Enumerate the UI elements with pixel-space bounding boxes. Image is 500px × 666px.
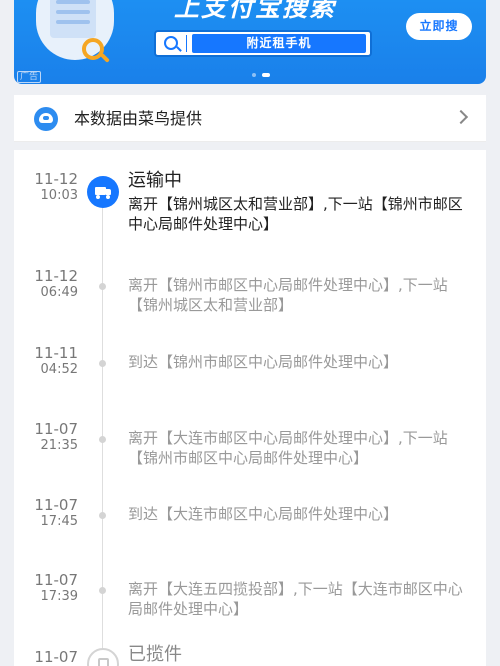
event-time: 06:49 [40, 285, 78, 300]
event-date: 11-07 [34, 420, 78, 438]
timeline-node [99, 587, 106, 594]
timeline-node [99, 360, 106, 367]
timeline-node [99, 283, 106, 290]
carousel-indicator [252, 73, 276, 78]
event-date: 11-07 [34, 648, 78, 666]
tracking-timeline: 11-12 10:03 运输中 离开【锦州城区太和营业部】,下一站【锦州市邮区中… [14, 150, 486, 666]
data-provider-row[interactable]: 本数据由菜鸟提供 [14, 95, 486, 142]
truck-icon [87, 176, 119, 208]
event-time: 17:39 [40, 589, 78, 604]
cainiao-logo-icon [34, 107, 58, 131]
event-time: 17:45 [40, 514, 78, 529]
carousel-dot [252, 73, 256, 77]
event-date: 11-12 [34, 267, 78, 285]
banner-search-text: 附近租手机 [192, 34, 366, 53]
timeline-node [99, 436, 106, 443]
event-date: 11-12 [34, 170, 78, 188]
promo-banner[interactable]: 上支付宝搜索 附近租手机 立即搜 广告 [14, 0, 486, 84]
package-icon [87, 648, 119, 666]
search-icon [164, 36, 178, 50]
event-description: 离开【大连市邮区中心局邮件处理中心】,下一站【锦州市邮区中心局邮件处理中心】 [128, 429, 448, 467]
event-description: 离开【大连五四揽投部】,下一站【大连市邮区中心局邮件处理中心】 [128, 580, 463, 618]
event-description: 离开【锦州市邮区中心局邮件处理中心】,下一站【锦州城区太和营业部】 [128, 276, 448, 314]
provider-label: 本数据由菜鸟提供 [74, 109, 203, 128]
timeline-line [102, 190, 103, 666]
event-time: 10:03 [40, 188, 78, 203]
magnifier-icon [82, 38, 104, 60]
event-status: 已揽件 [128, 644, 182, 665]
event-time: 21:35 [40, 438, 78, 453]
event-time: 04:52 [40, 362, 78, 377]
carousel-dot-active [262, 73, 270, 77]
chevron-right-icon [453, 109, 469, 125]
event-description: 到达【大连市邮区中心局邮件处理中心】 [128, 505, 399, 523]
ad-label: 广告 [17, 71, 42, 83]
event-date: 11-07 [34, 496, 78, 514]
event-description: 离开【锦州城区太和营业部】,下一站【锦州市邮区中心局邮件处理中心】 [128, 195, 463, 233]
search-now-button[interactable]: 立即搜 [406, 13, 472, 40]
banner-search-box[interactable]: 附近租手机 [154, 30, 372, 57]
search-divider [186, 35, 187, 52]
banner-slogan: 上支付宝搜索 [174, 0, 337, 22]
event-description: 到达【锦州市邮区中心局邮件处理中心】 [128, 353, 399, 371]
event-date: 11-07 [34, 571, 78, 589]
event-date: 11-11 [34, 344, 78, 362]
timeline-node [99, 512, 106, 519]
event-status: 运输中 [128, 170, 182, 191]
